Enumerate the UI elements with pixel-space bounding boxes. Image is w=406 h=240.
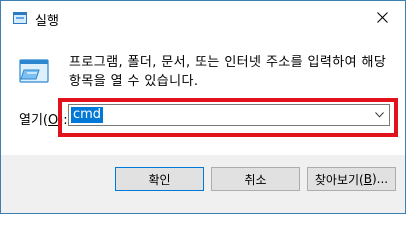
browse-label-mnemonic: B xyxy=(363,172,372,186)
close-icon xyxy=(376,11,388,23)
ok-button-label: 확인 xyxy=(148,172,171,187)
browse-button[interactable]: 찾아보기(B)... xyxy=(307,167,396,191)
chevron-down-icon xyxy=(374,112,384,118)
run-dialog-icon xyxy=(13,12,27,24)
open-label-prefix: 열기( xyxy=(19,113,48,128)
run-dialog: 실행 프로그램, 폴더, 문서, 또는 인터넷 주소를 입력하여 해당 항목을 … xyxy=(0,0,406,214)
cancel-button[interactable]: 취소 xyxy=(211,167,300,191)
dialog-body: 프로그램, 폴더, 문서, 또는 인터넷 주소를 입력하여 해당 항목을 열 수… xyxy=(1,35,405,155)
browse-label-prefix: 찾아보기( xyxy=(314,172,364,187)
browse-label-suffix: )... xyxy=(371,172,389,186)
open-input-value[interactable]: cmd xyxy=(71,107,104,123)
open-combobox[interactable]: cmd xyxy=(68,104,390,126)
button-bar: 확인 취소 찾아보기(B)... xyxy=(1,155,405,213)
window-title: 실행 xyxy=(35,14,59,29)
close-button[interactable] xyxy=(359,1,405,33)
cancel-button-label: 취소 xyxy=(244,172,267,187)
title-bar[interactable]: 실행 xyxy=(1,1,405,35)
dropdown-button[interactable] xyxy=(372,107,386,123)
run-program-icon xyxy=(19,57,49,85)
open-label-mnemonic: O xyxy=(48,113,59,128)
dialog-description: 프로그램, 폴더, 문서, 또는 인터넷 주소를 입력하여 해당 항목을 열 수… xyxy=(69,55,387,89)
ok-button[interactable]: 확인 xyxy=(115,167,204,191)
